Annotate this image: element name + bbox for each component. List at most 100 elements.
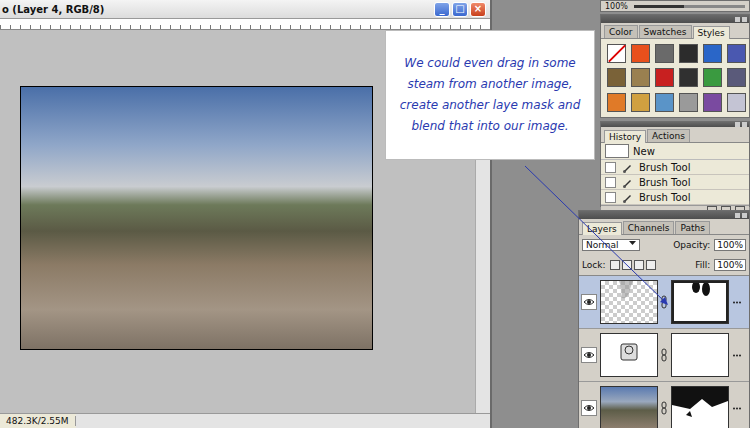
style-swatch[interactable] (703, 44, 722, 63)
history-checkbox[interactable] (605, 177, 616, 188)
brush-icon (622, 177, 633, 188)
style-swatch[interactable] (655, 44, 674, 63)
style-swatch[interactable] (679, 68, 698, 87)
brush-icon (622, 192, 633, 203)
history-checkbox[interactable] (605, 162, 616, 173)
styles-grid (601, 39, 749, 117)
layer-mask[interactable] (671, 280, 729, 324)
style-swatch[interactable] (727, 93, 746, 112)
panel-header (579, 211, 749, 219)
style-swatch[interactable] (655, 93, 674, 112)
layer-row[interactable] (579, 329, 749, 382)
eye-icon (583, 296, 595, 308)
status-bar: 482.3K/2.55M (0, 413, 490, 428)
layer-thumbnail[interactable] (600, 280, 658, 324)
history-list: New Brush Tool Brush Tool Brush Tool (601, 143, 749, 205)
opacity-field[interactable]: 100% (714, 239, 746, 251)
style-swatch[interactable] (655, 68, 674, 87)
lock-transparency[interactable] (610, 260, 620, 270)
layer-row[interactable] (579, 382, 749, 428)
layer-row[interactable] (579, 276, 749, 329)
style-swatch[interactable] (679, 93, 698, 112)
panel-tab[interactable]: Layers (582, 222, 622, 235)
lock-row: Lock: Fill: 100% (579, 255, 749, 275)
zoom-fill (634, 5, 684, 8)
lock-all[interactable] (646, 260, 656, 270)
more-icon (733, 407, 741, 410)
style-swatch[interactable] (679, 44, 698, 63)
window-title: o (Layer 4, RGB/8) (2, 4, 104, 15)
maximize-button[interactable]: □ (452, 2, 468, 17)
panel-tab[interactable]: Paths (675, 221, 709, 234)
style-swatch[interactable] (727, 44, 746, 63)
zoom-value[interactable]: 100% (605, 2, 628, 11)
styles-panel: ColorSwatchesStyles (600, 14, 750, 118)
eye-icon (583, 349, 595, 361)
row-grip (732, 407, 742, 410)
style-swatch[interactable] (607, 93, 626, 112)
snapshot-thumb (605, 144, 629, 158)
history-label: Brush Tool (639, 192, 690, 203)
panel-tab[interactable]: Swatches (639, 25, 692, 38)
history-row[interactable]: Brush Tool (601, 190, 749, 205)
row-grip (732, 301, 742, 304)
lock-label: Lock: (582, 260, 606, 270)
visibility-toggle[interactable] (581, 347, 597, 363)
history-row[interactable]: Brush Tool (601, 160, 749, 175)
fill-field[interactable]: 100% (714, 259, 746, 271)
opacity-label: Opacity: (673, 240, 710, 250)
layer-thumbnail[interactable] (600, 386, 658, 428)
lock-pixels[interactable] (622, 260, 632, 270)
eye-icon (583, 402, 595, 414)
doc-size: 482.3K/2.55M (0, 416, 76, 426)
window-controls: _□× (434, 2, 486, 17)
history-checkbox[interactable] (605, 192, 616, 203)
history-label: Brush Tool (639, 177, 690, 188)
snapshot-row[interactable]: New (601, 143, 749, 160)
train-photo[interactable] (20, 86, 373, 350)
style-swatch[interactable] (703, 68, 722, 87)
lock-buttons (610, 260, 656, 270)
visibility-toggle[interactable] (581, 400, 597, 416)
steam-thumb-icon (601, 281, 657, 323)
history-panel: HistoryActionsNew Brush Tool Brush Tool Bru… (600, 121, 750, 207)
fill-label: Fill: (695, 260, 710, 270)
style-swatch[interactable] (631, 44, 650, 63)
mask-shape-icon (672, 387, 728, 428)
style-swatch[interactable] (703, 93, 722, 112)
layer-mask[interactable] (671, 333, 729, 377)
history-label: Brush Tool (639, 162, 690, 173)
panel-tabs: LayersChannelsPaths (579, 219, 749, 235)
panel-tab[interactable]: Actions (647, 129, 690, 142)
style-swatch[interactable] (631, 68, 650, 87)
blend-mode-dropdown[interactable]: Normal (582, 239, 640, 251)
panel-tab[interactable]: Styles (693, 26, 730, 39)
panel-tab[interactable]: Color (604, 25, 638, 38)
more-icon (733, 354, 741, 357)
layer-mask[interactable] (671, 386, 729, 428)
style-swatch[interactable] (607, 44, 626, 63)
lock-position[interactable] (634, 260, 644, 270)
pointer-arrow-icon (0, 0, 750, 428)
mask-shape-icon (672, 281, 728, 323)
close-button[interactable]: × (470, 2, 486, 17)
chain-icon (661, 295, 668, 309)
visibility-toggle[interactable] (581, 294, 597, 310)
panel-tab[interactable]: History (604, 130, 646, 143)
panel-tabs: HistoryActions (601, 127, 749, 143)
style-swatch[interactable] (631, 93, 650, 112)
chain-icon (661, 348, 668, 362)
brush-icon (622, 162, 633, 173)
history-row[interactable]: Brush Tool (601, 175, 749, 190)
minimize-button[interactable]: _ (434, 2, 450, 17)
title-bar: o (Layer 4, RGB/8) _□× (0, 0, 490, 19)
style-swatch[interactable] (727, 68, 746, 87)
zoom-slider[interactable] (634, 5, 745, 8)
callout-note: We could even drag in some steam from an… (385, 30, 595, 160)
horizontal-scrollbar[interactable] (76, 414, 490, 428)
panel-tabs: ColorSwatchesStyles (601, 23, 749, 39)
layer-thumbnail[interactable] (600, 333, 658, 377)
chain-icon (661, 401, 668, 415)
style-swatch[interactable] (607, 68, 626, 87)
panel-tab[interactable]: Channels (623, 221, 675, 234)
